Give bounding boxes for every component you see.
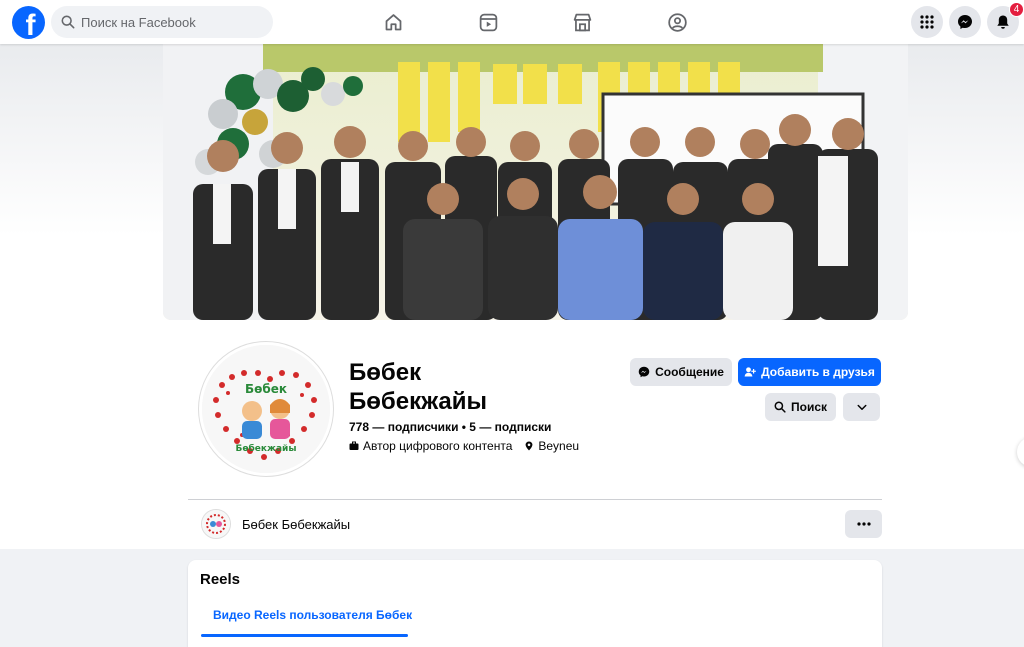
message-button[interactable]: Сообщение bbox=[630, 358, 732, 386]
messenger-icon bbox=[958, 15, 972, 29]
subheader-page-name: Бөбек Бөбекжайы bbox=[242, 517, 351, 532]
marketplace-icon bbox=[573, 13, 591, 31]
search-box[interactable]: Поиск на Facebook bbox=[51, 6, 273, 38]
page-title-line-2: Бөбекжайы bbox=[349, 388, 487, 415]
facebook-logo[interactable]: f bbox=[12, 6, 45, 39]
profile-category: Автор цифрового контента bbox=[363, 439, 513, 453]
chevron-down-icon bbox=[857, 404, 866, 410]
search-icon bbox=[774, 401, 786, 413]
more-button[interactable] bbox=[845, 510, 882, 538]
grid-menu-icon bbox=[920, 15, 934, 29]
more-dots-icon bbox=[856, 522, 871, 526]
notifications-button[interactable]: 4 bbox=[987, 2, 1024, 38]
page-title-line-1: Бөбек bbox=[349, 359, 422, 386]
avatar-logo-text-top: Бөбек bbox=[245, 382, 287, 396]
header-divider bbox=[188, 499, 882, 500]
bell-icon bbox=[997, 15, 1009, 29]
search-input[interactable]: Поиск на Facebook bbox=[81, 15, 196, 30]
mini-avatar-logo-image bbox=[202, 510, 230, 538]
add-friend-button-label: Добавить в друзья bbox=[761, 365, 875, 379]
reels-title: Reels bbox=[200, 571, 241, 588]
reels-tab-active-indicator bbox=[201, 634, 408, 637]
home-icon bbox=[385, 13, 401, 30]
cover-photo[interactable] bbox=[163, 44, 908, 320]
video-tab[interactable] bbox=[476, 10, 500, 34]
add-friend-icon bbox=[744, 367, 756, 377]
briefcase-icon bbox=[349, 441, 359, 450]
location-pin-icon bbox=[525, 441, 533, 451]
search-button[interactable]: Поиск bbox=[765, 393, 836, 421]
message-button-label: Сообщение bbox=[655, 365, 724, 379]
home-tab[interactable] bbox=[381, 10, 405, 34]
reels-section: Reels Видео Reels пользователя Бөбек bbox=[188, 560, 882, 647]
page-title: Бөбек Бөбекжайы bbox=[349, 358, 487, 416]
reels-tab[interactable]: Видео Reels пользователя Бөбек bbox=[213, 608, 412, 622]
groups-icon bbox=[667, 12, 687, 32]
messenger-icon bbox=[638, 366, 650, 378]
profile-avatar[interactable]: Бөбек Бөбекжайы bbox=[199, 342, 333, 476]
notification-count-badge: 4 bbox=[1009, 2, 1024, 17]
follower-stats[interactable]: 778 — подписчики • 5 — подписки bbox=[349, 420, 551, 434]
menu-button[interactable] bbox=[911, 6, 943, 38]
messenger-button[interactable] bbox=[949, 6, 981, 38]
avatar-logo-text-bottom: Бөбекжайы bbox=[235, 443, 296, 454]
mini-avatar[interactable] bbox=[201, 509, 231, 539]
search-icon bbox=[61, 15, 75, 29]
marketplace-tab[interactable] bbox=[570, 10, 594, 34]
add-friend-button[interactable]: Добавить в друзья bbox=[738, 358, 881, 386]
avatar-logo-image: Бөбек Бөбекжайы bbox=[202, 345, 330, 473]
profile-meta: Автор цифрового контента Beyneu bbox=[349, 439, 579, 453]
search-button-label: Поиск bbox=[790, 400, 827, 414]
cover-photo-image bbox=[163, 44, 908, 320]
groups-tab[interactable] bbox=[665, 10, 689, 34]
more-options-dropdown-button[interactable] bbox=[843, 393, 880, 421]
profile-location[interactable]: Beyneu bbox=[538, 439, 579, 453]
top-navigation-bar: f Поиск на Facebook 4 bbox=[0, 0, 1024, 44]
video-icon bbox=[479, 13, 497, 31]
